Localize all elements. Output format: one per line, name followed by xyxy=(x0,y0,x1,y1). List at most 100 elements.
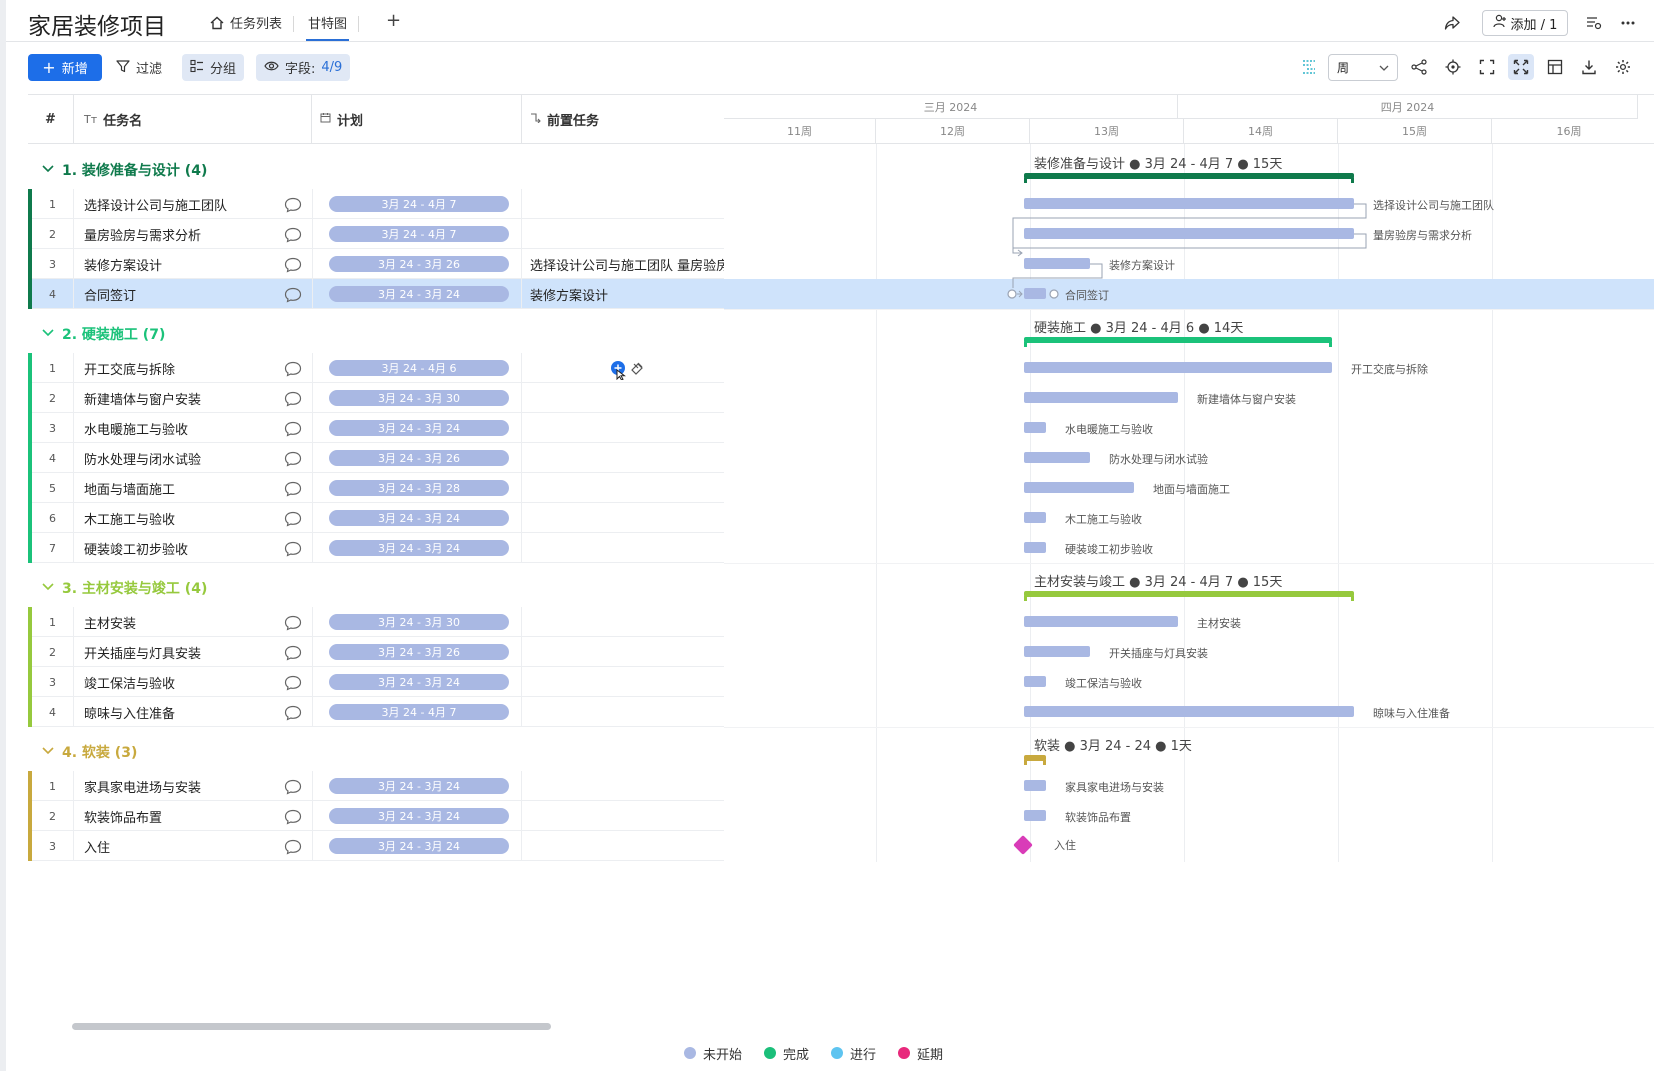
task-name[interactable]: 合同签订 xyxy=(84,279,270,309)
predecessor-cell[interactable]: 选择设计公司与施工团队 量房验房与需求分析 xyxy=(530,249,724,279)
plan-cell[interactable]: 3月 24 - 4月 7 xyxy=(312,697,522,727)
predecessor-cell[interactable] xyxy=(530,667,724,697)
gantt-bar[interactable] xyxy=(1024,512,1046,523)
predecessor-cell[interactable] xyxy=(530,771,724,801)
add-predecessor-icon[interactable] xyxy=(610,360,648,383)
fields-button[interactable]: 字段: 4/9 xyxy=(256,54,351,81)
predecessor-cell[interactable] xyxy=(530,189,724,219)
table-row[interactable]: 4 防水处理与闭水试验 3月 24 - 3月 26 xyxy=(28,443,724,473)
download-icon[interactable] xyxy=(1576,54,1602,80)
locate-today-icon[interactable] xyxy=(1440,54,1466,80)
predecessor-cell[interactable] xyxy=(530,443,724,473)
critical-path-icon[interactable] xyxy=(1296,54,1322,80)
dependency-icon[interactable] xyxy=(1406,54,1432,80)
table-row[interactable]: 2 开关插座与灯具安装 3月 24 - 3月 26 xyxy=(28,637,724,667)
table-row[interactable]: 3 水电暖施工与验收 3月 24 - 3月 24 xyxy=(28,413,724,443)
plan-cell[interactable]: 3月 24 - 4月 6 xyxy=(312,353,522,383)
group-summary-bar[interactable] xyxy=(1024,173,1354,183)
task-name[interactable]: 水电暖施工与验收 xyxy=(84,413,270,443)
predecessor-cell[interactable] xyxy=(530,607,724,637)
chevron-down-icon[interactable] xyxy=(42,580,54,596)
gantt-bar[interactable] xyxy=(1024,422,1046,433)
plan-cell[interactable]: 3月 24 - 4月 7 xyxy=(312,189,522,219)
layout-icon[interactable] xyxy=(1542,54,1568,80)
table-row[interactable]: 1 家具家电进场与安装 3月 24 - 3月 24 xyxy=(28,771,724,801)
new-button[interactable]: + 新增 xyxy=(28,54,102,81)
table-row[interactable]: 3 竣工保洁与验收 3月 24 - 3月 24 xyxy=(28,667,724,697)
group-summary-bar[interactable] xyxy=(1024,337,1332,347)
task-name[interactable]: 入住 xyxy=(84,831,270,861)
gantt-bar[interactable] xyxy=(1024,676,1046,687)
predecessor-cell[interactable] xyxy=(530,801,724,831)
col-name-header[interactable]: Tт 任务名 xyxy=(74,95,312,143)
comment-icon[interactable] xyxy=(284,839,302,855)
predecessor-cell[interactable] xyxy=(530,413,724,443)
chevron-down-icon[interactable] xyxy=(42,326,54,342)
predecessor-cell[interactable] xyxy=(530,831,724,861)
comment-icon[interactable] xyxy=(284,451,302,467)
table-row[interactable]: 1 选择设计公司与施工团队 3月 24 - 4月 7 xyxy=(28,189,724,219)
predecessor-cell[interactable] xyxy=(530,637,724,667)
table-row[interactable]: 4 晾味与入住准备 3月 24 - 4月 7 xyxy=(28,697,724,727)
plan-cell[interactable]: 3月 24 - 3月 24 xyxy=(312,533,522,563)
task-name[interactable]: 开关插座与灯具安装 xyxy=(84,637,270,667)
comment-icon[interactable] xyxy=(284,421,302,437)
expand-icon[interactable] xyxy=(1508,54,1534,80)
task-name[interactable]: 主材安装 xyxy=(84,607,270,637)
task-name[interactable]: 地面与墙面施工 xyxy=(84,473,270,503)
group-header-3[interactable]: 3. 主材安装与竣工 (4) xyxy=(28,566,724,606)
comment-icon[interactable] xyxy=(284,675,302,691)
col-plan-header[interactable]: 计划 xyxy=(312,95,522,143)
more-icon[interactable] xyxy=(1616,11,1640,35)
plan-cell[interactable]: 3月 24 - 3月 30 xyxy=(312,607,522,637)
task-name[interactable]: 开工交底与拆除 xyxy=(84,353,270,383)
view-scale-select[interactable]: 周 xyxy=(1328,54,1398,81)
table-row[interactable]: 3 装修方案设计 3月 24 - 3月 26 选择设计公司与施工团队 量房验房与… xyxy=(28,249,724,279)
list-settings-icon[interactable] xyxy=(1582,11,1606,35)
group-summary-bar[interactable] xyxy=(1024,591,1354,601)
task-name[interactable]: 硬装竣工初步验收 xyxy=(84,533,270,563)
plan-cell[interactable]: 3月 24 - 4月 7 xyxy=(312,219,522,249)
gantt-bar[interactable] xyxy=(1024,616,1178,627)
plan-cell[interactable]: 3月 24 - 3月 26 xyxy=(312,249,522,279)
task-name[interactable]: 竣工保洁与验收 xyxy=(84,667,270,697)
table-row[interactable]: 2 新建墙体与窗户安装 3月 24 - 3月 30 xyxy=(28,383,724,413)
gantt-bar[interactable] xyxy=(1024,646,1090,657)
group-header-2[interactable]: 2. 硬装施工 (7) xyxy=(28,312,724,352)
table-row-selected[interactable]: 4 合同签订 3月 24 - 3月 24 装修方案设计 xyxy=(28,279,724,309)
group-header-4[interactable]: 4. 软装 (3) xyxy=(28,730,724,770)
comment-icon[interactable] xyxy=(284,227,302,243)
comment-icon[interactable] xyxy=(284,645,302,661)
comment-icon[interactable] xyxy=(284,809,302,825)
plan-cell[interactable]: 3月 24 - 3月 24 xyxy=(312,831,522,861)
plan-cell[interactable]: 3月 24 - 3月 26 xyxy=(312,443,522,473)
predecessor-cell[interactable] xyxy=(530,533,724,563)
plan-cell[interactable]: 3月 24 - 3月 26 xyxy=(312,637,522,667)
table-row[interactable]: 1 开工交底与拆除 3月 24 - 4月 6 xyxy=(28,353,724,383)
predecessor-cell[interactable] xyxy=(530,353,724,383)
plan-cell[interactable]: 3月 24 - 3月 24 xyxy=(312,279,522,309)
predecessor-cell[interactable] xyxy=(530,383,724,413)
task-name[interactable]: 晾味与入住准备 xyxy=(84,697,270,727)
horizontal-scrollbar[interactable] xyxy=(72,1023,551,1030)
table-row[interactable]: 7 硬装竣工初步验收 3月 24 - 3月 24 xyxy=(28,533,724,563)
predecessor-cell[interactable] xyxy=(530,219,724,249)
comment-icon[interactable] xyxy=(284,391,302,407)
share-icon[interactable] xyxy=(1440,11,1464,35)
comment-icon[interactable] xyxy=(284,705,302,721)
task-name[interactable]: 量房验房与需求分析 xyxy=(84,219,270,249)
predecessor-cell[interactable] xyxy=(530,503,724,533)
table-row[interactable]: 2 量房验房与需求分析 3月 24 - 4月 7 xyxy=(28,219,724,249)
task-name[interactable]: 选择设计公司与施工团队 xyxy=(84,189,270,219)
group-summary-bar[interactable] xyxy=(1024,755,1046,765)
gantt-bar[interactable] xyxy=(1024,780,1046,791)
fit-screen-icon[interactable] xyxy=(1474,54,1500,80)
tab-gantt[interactable]: 甘特图 xyxy=(306,13,350,41)
add-tab-icon[interactable]: + xyxy=(386,10,401,31)
gantt-bar[interactable] xyxy=(1024,482,1134,493)
plan-cell[interactable]: 3月 24 - 3月 28 xyxy=(312,473,522,503)
task-name[interactable]: 新建墙体与窗户安装 xyxy=(84,383,270,413)
add-member-button[interactable]: 添加 / 1 xyxy=(1482,10,1568,36)
table-row[interactable]: 2 软装饰品布置 3月 24 - 3月 24 xyxy=(28,801,724,831)
col-predecessor-header[interactable]: 前置任务 xyxy=(522,95,724,143)
